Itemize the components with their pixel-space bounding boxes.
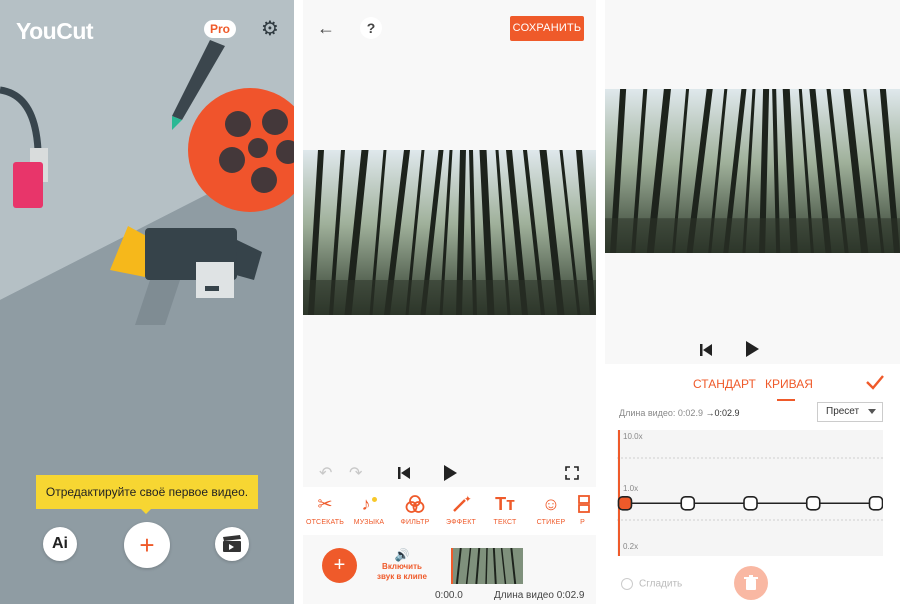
chevron-down-icon — [868, 409, 876, 414]
trash-icon — [744, 575, 758, 590]
curve-point[interactable] — [868, 495, 883, 511]
skip-to-start-icon[interactable] — [397, 466, 411, 480]
video-preview[interactable] — [303, 150, 596, 315]
skip-to-start-icon[interactable] — [699, 343, 713, 357]
speed-curve[interactable] — [617, 430, 883, 556]
preset-label: Пресет — [826, 406, 860, 417]
tab-indicator — [777, 399, 795, 401]
help-button[interactable]: ? — [360, 17, 382, 39]
clip-sound-toggle[interactable]: 🔊 Включить звук в клипе — [375, 548, 429, 582]
tool-text[interactable]: Tт ТЕКСТ — [483, 491, 527, 527]
length-new: 0:02.9 — [714, 408, 740, 418]
curve-point[interactable] — [617, 495, 633, 511]
tool-music[interactable]: ♪ МУЗЫКА — [347, 491, 391, 527]
curve-point[interactable] — [680, 495, 696, 511]
preset-dropdown[interactable]: Пресет — [817, 402, 883, 422]
filter-icon — [393, 491, 437, 517]
axis-top: 10.0x — [623, 432, 643, 441]
tool-effect[interactable]: ✦ ЭФФЕКТ — [439, 491, 483, 526]
delete-button[interactable] — [734, 566, 768, 600]
curve-point[interactable] — [743, 495, 758, 511]
fullscreen-icon[interactable] — [565, 466, 579, 480]
curve-point[interactable] — [805, 495, 821, 511]
tab-standard[interactable]: СТАНДАРТ — [693, 377, 756, 391]
tool-sticker[interactable]: ☺ СТИКЕР — [529, 491, 573, 527]
tooltip-arrow — [139, 507, 153, 514]
smooth-checkbox[interactable]: Сгладить — [621, 578, 682, 590]
smiley-icon: ☺ — [541, 493, 561, 514]
magic-wand-icon: ✦ — [439, 491, 483, 517]
check-icon[interactable] — [865, 372, 885, 392]
add-clip-button[interactable]: + — [322, 548, 357, 583]
tool-bar: ✂ ОТСЕКАТЬ ♪ МУЗЫКА ФИЛЬТР ✦ ЭФФЕКТ Tт Т… — [303, 487, 596, 535]
speed-screen: СТАНДАРТ КРИВАЯ Длина видео: 0:02.9 →0:0… — [605, 0, 900, 604]
gear-icon[interactable]: ⚙ — [260, 19, 280, 39]
axis-mid: 1.0x — [623, 484, 639, 493]
home-screen: YouCut Pro ⚙ Отредактируйте своё первое … — [0, 0, 294, 604]
axis-bottom: 0.2x — [623, 542, 639, 551]
tooltip: Отредактируйте своё первое видео. — [36, 475, 258, 509]
radio-icon — [621, 578, 633, 590]
new-project-button[interactable]: + — [124, 522, 170, 568]
ai-button[interactable]: Ai — [43, 527, 77, 561]
length-info: Длина видео: 0:02.9 →0:02.9 — [619, 408, 740, 418]
arrow-left-icon[interactable]: ← — [315, 17, 337, 39]
play-icon[interactable] — [744, 340, 760, 358]
speed-panel: СТАНДАРТ КРИВАЯ Длина видео: 0:02.9 →0:0… — [605, 364, 900, 604]
editor-screen: ← ? СОХРАНИТЬ ↶ ↷ ✂ ОТСЕКАТЬ ♪ МУЗЫКА ФИ… — [303, 0, 596, 604]
play-icon[interactable] — [442, 464, 458, 482]
tool-trim[interactable]: ✂ ОТСЕКАТЬ — [303, 491, 347, 527]
tab-curve[interactable]: КРИВАЯ — [765, 377, 813, 391]
video-preview[interactable] — [605, 89, 900, 253]
current-time: 0:00.0 — [435, 590, 463, 601]
save-button[interactable]: СОХРАНИТЬ — [510, 16, 584, 41]
svg-text:✦: ✦ — [464, 495, 471, 505]
redo-icon[interactable]: ↷ — [349, 463, 362, 483]
length-label: Длина видео: 0:02.9 — [619, 408, 703, 418]
app-logo: YouCut — [16, 18, 94, 44]
text-icon: Tт — [495, 493, 515, 514]
music-icon: ♪ — [347, 491, 391, 517]
tool-ratio[interactable]: Р — [569, 491, 596, 526]
speaker-icon: 🔊 — [394, 548, 410, 562]
timeline-clip[interactable] — [451, 548, 523, 584]
tool-filter[interactable]: ФИЛЬТР — [393, 491, 437, 526]
screenshot-root: YouCut Pro ⚙ Отредактируйте своё первое … — [0, 0, 900, 604]
pro-badge[interactable]: Pro — [204, 20, 237, 38]
smooth-label: Сгладить — [639, 578, 683, 590]
video-length: Длина видео 0:02.9 — [494, 590, 585, 601]
undo-icon[interactable]: ↶ — [319, 463, 332, 483]
clapperboard-button[interactable] — [215, 527, 249, 561]
scissors-icon: ✂ — [317, 493, 333, 514]
ratio-icon — [569, 491, 596, 517]
clapperboard-icon — [223, 535, 241, 552]
